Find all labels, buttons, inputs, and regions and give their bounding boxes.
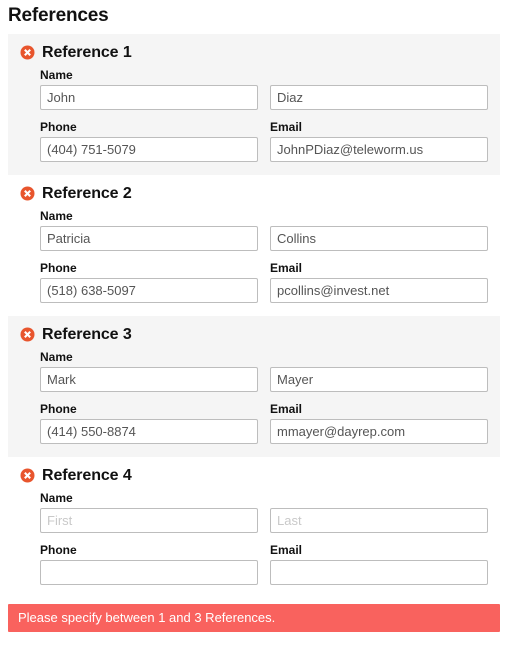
last-name-col — [270, 208, 488, 251]
last-name-input[interactable] — [270, 226, 488, 251]
first-name-input[interactable] — [40, 508, 258, 533]
reference-title: Reference 2 — [42, 184, 132, 202]
email-col: Email — [270, 260, 488, 303]
phone-input[interactable] — [40, 560, 258, 585]
phone-col: Phone — [40, 260, 258, 303]
first-name-col: Name — [40, 67, 258, 110]
last-name-input[interactable] — [270, 508, 488, 533]
reference-block-1: Reference 1 Name Phone — [8, 34, 500, 175]
name-label: Name — [40, 209, 73, 223]
name-label: Name — [40, 350, 73, 364]
phone-label: Phone — [40, 543, 77, 557]
remove-circle-icon[interactable] — [20, 468, 35, 483]
email-input[interactable] — [270, 560, 488, 585]
first-name-col: Name — [40, 208, 258, 251]
phone-label: Phone — [40, 120, 77, 134]
name-label: Name — [40, 68, 73, 82]
name-label: Name — [40, 491, 73, 505]
name-row: Name — [40, 67, 488, 110]
phone-label: Phone — [40, 402, 77, 416]
phone-col: Phone — [40, 119, 258, 162]
reference-block-4: Reference 4 Name Phone — [8, 457, 500, 598]
contact-row: Phone Email — [40, 401, 488, 444]
contact-row: Phone Email — [40, 542, 488, 585]
first-name-input[interactable] — [40, 85, 258, 110]
reference-fields-3: Name Phone Email — [16, 349, 492, 444]
email-label: Email — [270, 120, 303, 134]
name-row: Name — [40, 349, 488, 392]
reference-block-2: Reference 2 Name Phone — [8, 175, 500, 316]
reference-title: Reference 3 — [42, 325, 132, 343]
email-label: Email — [270, 261, 303, 275]
email-input[interactable] — [270, 278, 488, 303]
last-name-col — [270, 349, 488, 392]
phone-input[interactable] — [40, 137, 258, 162]
page-title: References — [8, 5, 109, 26]
email-label: Email — [270, 543, 303, 557]
reference-title: Reference 1 — [42, 43, 132, 61]
reference-fields-4: Name Phone Email — [16, 490, 492, 585]
remove-circle-icon[interactable] — [20, 45, 35, 60]
last-name-col — [270, 490, 488, 533]
reference-fields-1: Name Phone Email — [16, 67, 492, 162]
phone-input[interactable] — [40, 278, 258, 303]
email-input[interactable] — [270, 419, 488, 444]
contact-row: Phone Email — [40, 260, 488, 303]
reference-title: Reference 4 — [42, 466, 132, 484]
first-name-input[interactable] — [40, 226, 258, 251]
remove-circle-icon[interactable] — [20, 327, 35, 342]
last-name-col — [270, 67, 488, 110]
last-name-input[interactable] — [270, 367, 488, 392]
reference-header-2: Reference 2 — [20, 182, 492, 204]
remove-circle-icon[interactable] — [20, 186, 35, 201]
phone-col: Phone — [40, 401, 258, 444]
reference-header-4: Reference 4 — [20, 464, 492, 486]
first-name-input[interactable] — [40, 367, 258, 392]
name-row: Name — [40, 490, 488, 533]
email-input[interactable] — [270, 137, 488, 162]
first-name-col: Name — [40, 349, 258, 392]
first-name-col: Name — [40, 490, 258, 533]
reference-fields-2: Name Phone Email — [16, 208, 492, 303]
reference-block-3: Reference 3 Name Phone — [8, 316, 500, 457]
email-col: Email — [270, 401, 488, 444]
email-col: Email — [270, 542, 488, 585]
reference-header-3: Reference 3 — [20, 323, 492, 345]
email-label: Email — [270, 402, 303, 416]
references-list: Reference 1 Name Phone — [0, 34, 508, 598]
phone-input[interactable] — [40, 419, 258, 444]
validation-alert: Please specify between 1 and 3 Reference… — [8, 604, 500, 632]
phone-label: Phone — [40, 261, 77, 275]
name-row: Name — [40, 208, 488, 251]
email-col: Email — [270, 119, 488, 162]
references-form-page: References Reference 1 Name John Diaz Ph… — [0, 0, 508, 666]
contact-row: Phone Email — [40, 119, 488, 162]
last-name-input[interactable] — [270, 85, 488, 110]
phone-col: Phone — [40, 542, 258, 585]
reference-header-1: Reference 1 — [20, 41, 492, 63]
